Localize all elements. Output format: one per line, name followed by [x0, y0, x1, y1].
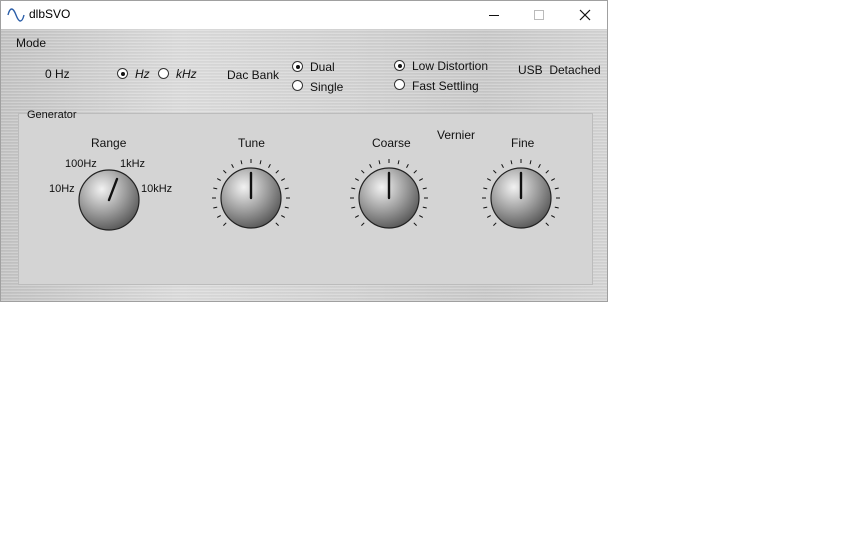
dac-bank-label: Dac Bank — [227, 68, 280, 82]
unit-hz-label[interactable]: Hz — [135, 67, 150, 81]
low-distortion-label[interactable]: Low Distortion — [412, 59, 488, 73]
frequency-readout: 0 Hz — [45, 67, 70, 81]
close-button[interactable] — [562, 1, 608, 29]
maximize-button[interactable] — [516, 1, 562, 29]
tune-knob[interactable] — [210, 157, 292, 239]
client-area: Mode 0 Hz Hz kHz Dac Bank Dual Single Lo… — [1, 29, 607, 301]
usb-status: USB Detached — [518, 63, 601, 77]
tune-label: Tune — [238, 136, 265, 150]
minimize-icon — [489, 15, 499, 16]
range-knob[interactable] — [76, 167, 142, 233]
coarse-knob[interactable] — [348, 157, 430, 239]
title-bar[interactable]: dlbSVO — [1, 1, 607, 29]
fine-knob[interactable] — [480, 157, 562, 239]
unit-khz-radio[interactable] — [158, 68, 169, 79]
close-icon — [579, 9, 591, 21]
range-label: Range — [91, 136, 127, 150]
unit-khz-label[interactable]: kHz — [176, 67, 197, 81]
fine-label: Fine — [511, 136, 535, 150]
generator-label: Generator — [27, 109, 77, 121]
app-window: dlbSVO Mode 0 Hz Hz kHz Dac Bank Dual Si… — [0, 0, 608, 302]
mode-menu[interactable]: Mode — [16, 36, 46, 50]
vernier-label: Vernier — [437, 128, 476, 142]
window-title: dlbSVO — [29, 7, 71, 21]
fast-settling-radio[interactable] — [394, 79, 405, 90]
low-distortion-radio[interactable] — [394, 60, 405, 71]
range-10khz-label: 10kHz — [141, 183, 173, 195]
dac-single-label[interactable]: Single — [310, 80, 343, 94]
unit-hz-radio[interactable] — [117, 68, 128, 79]
minimize-button[interactable] — [471, 1, 517, 29]
dac-dual-label[interactable]: Dual — [310, 60, 335, 74]
coarse-label: Coarse — [372, 136, 411, 150]
sine-wave-icon — [7, 8, 25, 22]
dac-single-radio[interactable] — [292, 80, 303, 91]
range-10hz-label: 10Hz — [49, 183, 75, 195]
maximize-icon — [534, 10, 544, 20]
generator-group: Generator Range 100Hz 1kHz 10Hz 10kHz Tu… — [18, 109, 593, 285]
fast-settling-label[interactable]: Fast Settling — [412, 79, 479, 93]
dac-dual-radio[interactable] — [292, 61, 303, 72]
